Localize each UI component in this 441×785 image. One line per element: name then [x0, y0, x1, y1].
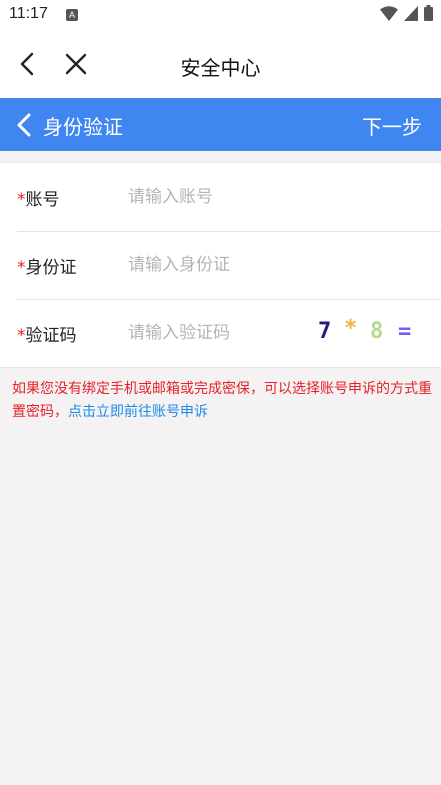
- header-back-icon[interactable]: [14, 112, 34, 138]
- appeal-notice: 如果您没有绑定手机或邮箱或完成密保，可以选择账号申诉的方式重置密码，点击立即前往…: [12, 378, 432, 424]
- captcha-char: 7: [318, 319, 332, 344]
- identity-header: 身份验证 下一步: [0, 98, 441, 151]
- signal-icon: [404, 5, 418, 25]
- battery-icon: [424, 5, 433, 25]
- captcha-input[interactable]: [128, 319, 308, 347]
- id-card-label: *身份证: [17, 258, 77, 278]
- captcha-image[interactable]: 7 * 8 =: [310, 316, 420, 349]
- notification-app-icon: A: [66, 9, 78, 21]
- wifi-icon: [380, 5, 398, 25]
- status-time: 11:17: [9, 5, 48, 22]
- account-input[interactable]: [128, 183, 308, 211]
- status-bar: 11:17 A: [0, 0, 441, 30]
- required-mark: *: [17, 190, 26, 210]
- captcha-char: =: [398, 319, 412, 344]
- appeal-link[interactable]: 点击立即前往账号申诉: [68, 404, 208, 420]
- next-step-button[interactable]: 下一步: [362, 111, 422, 140]
- captcha-char: 8: [370, 319, 384, 344]
- id-card-row: *身份证: [0, 231, 441, 299]
- account-row: *账号: [0, 163, 441, 231]
- account-label: *账号: [17, 190, 60, 210]
- captcha-row: *验证码 7 * 8 =: [0, 299, 441, 367]
- id-card-input[interactable]: [128, 251, 308, 279]
- page-title: 安全中心: [180, 56, 261, 80]
- top-nav-bar: 安全中心: [0, 30, 441, 98]
- captcha-label: *验证码: [17, 326, 77, 346]
- status-icons: [380, 5, 433, 25]
- verification-form: *账号 *身份证 *验证码 7 * 8 =: [0, 162, 441, 368]
- header-title: 身份验证: [43, 115, 123, 139]
- captcha-char: *: [344, 316, 358, 341]
- required-mark: *: [17, 258, 26, 278]
- required-mark: *: [17, 326, 26, 346]
